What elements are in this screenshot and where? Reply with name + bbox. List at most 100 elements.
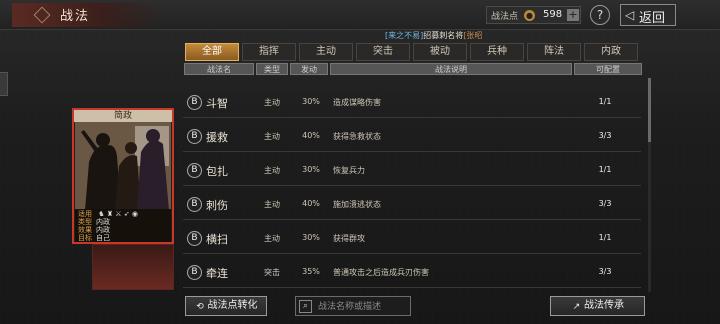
tactic-rate: 30%	[302, 165, 320, 174]
card-artwork	[75, 122, 171, 210]
tactic-rate: 35%	[302, 267, 320, 276]
convert-label: 战法点转化	[207, 300, 258, 311]
tactic-rate: 30%	[302, 233, 320, 242]
list-scrollbar[interactable]	[648, 78, 651, 292]
tab-troop[interactable]: 兵种	[470, 43, 524, 61]
tactic-row[interactable]: B 横扫 主动 30% 获得群攻 1/1	[183, 224, 641, 254]
card-stack-back	[92, 244, 174, 290]
banner-hero: [张昭	[463, 31, 483, 40]
scrollbar-thumb[interactable]	[648, 78, 651, 142]
tactic-count: 3/3	[598, 199, 612, 208]
tactic-type: 主动	[264, 98, 280, 107]
tactic-count: 1/1	[598, 233, 612, 242]
grade-b-badge: B	[187, 163, 202, 178]
tactic-card[interactable]: 简政 适用 ♞ ♜ ⚔ ➶ ◉ 类型 内政 效果 内政 目标 自己	[72, 108, 174, 244]
back-label: 返回	[639, 11, 666, 26]
points-label: 战法点	[491, 12, 519, 22]
tactic-name: 包扎	[206, 165, 228, 178]
tactic-desc: 普通攻击之后造成兵刃伤害	[333, 268, 429, 277]
tactic-desc: 施加溃逃状态	[333, 200, 381, 209]
tactic-row[interactable]: B 援救 主动 40% 获得急救状态 3/3	[183, 122, 641, 152]
tactic-desc: 获得群攻	[333, 234, 365, 243]
tactic-rate: 40%	[302, 131, 320, 140]
tactic-type: 主动	[264, 234, 280, 243]
back-button[interactable]: ◁ 返回	[620, 4, 676, 26]
side-expand-handle[interactable]	[0, 72, 8, 96]
add-points-button[interactable]: +	[567, 9, 579, 21]
tab-internal[interactable]: 内政	[584, 43, 638, 61]
tactic-type: 突击	[264, 268, 280, 277]
troop-type-icons: ♞ ♜ ⚔ ➶ ◉	[98, 210, 138, 218]
inherit-label: 战法传承	[584, 300, 624, 311]
tactic-type: 主动	[264, 200, 280, 209]
banner-text: 招募刺名将	[423, 31, 464, 40]
search-icon: ⌕	[299, 300, 312, 313]
grade-b-badge: B	[187, 197, 202, 212]
card-title: 简政	[74, 110, 172, 122]
col-desc-header: 战法说明	[330, 63, 572, 75]
card-info-row: 效果 内政	[78, 226, 110, 234]
tactic-row[interactable]: B 斗智 主动 30% 造成谋略伤害 1/1	[183, 88, 641, 118]
top-bar: 战法 战法点 ● 598 + ? ◁ 返回	[0, 0, 720, 30]
tactic-name: 援救	[206, 131, 228, 144]
info-value: 内政	[96, 226, 110, 234]
tactic-desc: 造成谋略伤害	[333, 98, 381, 107]
info-key: 适用	[78, 210, 92, 218]
col-name-header[interactable]: 战法名	[184, 63, 254, 75]
tab-all[interactable]: 全部	[185, 43, 239, 61]
warriors-silhouette-image	[75, 122, 171, 210]
col-rate-header[interactable]: 发动	[290, 63, 328, 75]
tactic-desc: 恢复兵力	[333, 166, 365, 175]
tactic-list: B 斗智 主动 30% 造成谋略伤害 1/1 B 援救 主动 40% 获得急救状…	[183, 78, 643, 292]
tactic-count: 1/1	[598, 97, 612, 106]
search-box[interactable]: ⌕	[295, 296, 411, 316]
page-title: 战法	[60, 9, 91, 24]
tactic-row[interactable]: B 刺伤 主动 40% 施加溃逃状态 3/3	[183, 190, 641, 220]
tactic-type: 主动	[264, 166, 280, 175]
banner-tag: [来之不易]	[385, 31, 424, 40]
convert-points-button[interactable]: ⟲ 战法点转化	[185, 296, 267, 316]
grade-b-badge: B	[187, 231, 202, 246]
tactic-count: 3/3	[598, 131, 612, 140]
tactic-row[interactable]: B 包扎 主动 30% 恢复兵力 1/1	[183, 156, 641, 186]
help-button[interactable]: ?	[590, 5, 610, 25]
info-key: 类型	[78, 218, 92, 226]
card-info-row: 目标 自己	[78, 234, 110, 242]
col-count-header[interactable]: 可配置	[574, 63, 642, 75]
tab-assault[interactable]: 突击	[356, 43, 410, 61]
tab-formation[interactable]: 阵法	[527, 43, 581, 61]
grade-b-badge: B	[187, 265, 202, 280]
info-value: 自己	[96, 234, 110, 242]
tab-active[interactable]: 主动	[299, 43, 353, 61]
tactic-rate: 30%	[302, 97, 320, 106]
recruit-banner: [来之不易]招募刺名将[张昭	[385, 30, 525, 41]
tab-passive[interactable]: 被动	[413, 43, 467, 61]
tactic-type: 主动	[264, 132, 280, 141]
info-key: 目标	[78, 234, 92, 242]
tactic-desc: 获得急救状态	[333, 132, 381, 141]
tactic-name: 刺伤	[206, 199, 228, 212]
info-value: 内政	[96, 218, 110, 226]
back-arrow-icon: ◁	[625, 8, 635, 22]
tactic-name: 斗智	[206, 97, 228, 110]
col-type-header[interactable]: 类型	[256, 63, 288, 75]
search-input[interactable]	[318, 299, 410, 314]
tactic-rate: 40%	[302, 199, 320, 208]
tactic-count: 3/3	[598, 267, 612, 276]
tactic-name: 牵连	[206, 267, 228, 280]
tactic-row[interactable]: B 牵连 突击 35% 普通攻击之后造成兵刃伤害 3/3	[183, 258, 641, 288]
tactic-name: 横扫	[206, 233, 228, 246]
grade-b-badge: B	[187, 95, 202, 110]
tab-command[interactable]: 指挥	[242, 43, 296, 61]
info-key: 效果	[78, 226, 92, 234]
coin-icon: ●	[524, 10, 535, 21]
grade-b-badge: B	[187, 129, 202, 144]
tactic-points-display: 战法点 ● 598 +	[486, 6, 581, 24]
inherit-icon: ↗	[572, 302, 581, 312]
tactic-count: 1/1	[598, 165, 612, 174]
points-value: 598	[543, 9, 563, 20]
convert-icon: ⟲	[196, 302, 204, 312]
card-info: 适用 ♞ ♜ ⚔ ➶ ◉ 类型 内政 效果 内政 目标 自己	[75, 209, 171, 242]
inherit-tactic-button[interactable]: ↗ 战法传承	[550, 296, 645, 316]
card-info-row: 类型 内政	[78, 218, 110, 226]
